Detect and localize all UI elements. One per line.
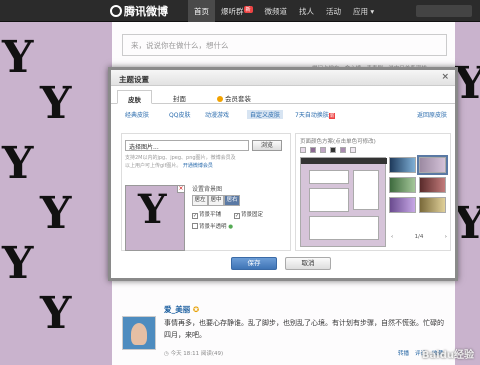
post-meta: ◷ 今天 18:11 阅读(49): [164, 351, 224, 357]
tab-vip-suite[interactable]: 会员套装: [207, 90, 261, 104]
repost-link[interactable]: 转播: [398, 349, 409, 357]
color-scheme-panel: 页面颜色方案(点击单色可修改) ‹ 1/4 ›: [295, 133, 451, 251]
skin-categories: 经典皮肤 QQ皮肤 动漫游戏 自定义皮肤 7天自动换肤新 返回原皮肤: [111, 108, 455, 120]
align-left-button[interactable]: 居左: [192, 195, 208, 206]
color-swatch[interactable]: [350, 147, 356, 153]
nav-channel[interactable]: 微频道: [259, 0, 294, 22]
theme-thumb[interactable]: [389, 177, 416, 193]
theme-thumb[interactable]: [419, 177, 446, 193]
color-swatch[interactable]: [310, 147, 316, 153]
restore-skin-link[interactable]: 返回原皮肤: [417, 110, 447, 119]
alignment-buttons: 居左 居中 居右: [192, 195, 240, 206]
post-author[interactable]: 爱_美丽 ✪: [164, 304, 199, 315]
site-logo[interactable]: 腾讯微博: [110, 3, 168, 19]
theme-thumb[interactable]: [389, 197, 416, 213]
theme-pager: ‹ 1/4 ›: [391, 234, 447, 240]
align-center-button[interactable]: 居中: [208, 195, 224, 206]
set-background-label: 设置背景图: [192, 186, 223, 193]
watermark: Baidu经验: [421, 350, 474, 361]
delete-icon[interactable]: ×: [177, 185, 185, 193]
nav-hot-listen[interactable]: 爆听群新: [215, 0, 259, 22]
post-composer-input[interactable]: 来，说说你在做什么，想什么: [122, 34, 447, 56]
logo-icon: [110, 5, 122, 17]
logo-text: 腾讯微博: [124, 5, 168, 18]
preview-image: Y: [138, 186, 167, 233]
info-icon: ●: [228, 224, 234, 230]
vip-star-icon: ✪: [192, 305, 200, 314]
main-nav: 首页 爆听群新 微频道 找人 活动 应用 ▾: [188, 0, 380, 22]
user-menu[interactable]: [416, 5, 472, 17]
nav-activity[interactable]: 活动: [320, 0, 347, 22]
composer-placeholder: 来，说说你在做什么，想什么: [131, 41, 229, 50]
checkbox-checked-icon: ✓: [234, 213, 240, 219]
nav-find-people[interactable]: 找人: [293, 0, 320, 22]
nav-home[interactable]: 首页: [188, 0, 215, 22]
category-qq[interactable]: QQ皮肤: [169, 110, 190, 119]
color-swatch[interactable]: [330, 147, 336, 153]
theme-thumb[interactable]: [419, 197, 446, 213]
category-anime[interactable]: 动漫游戏: [205, 110, 229, 119]
theme-settings-dialog: 主题设置 × 皮肤 封面 会员套装 经典皮肤 QQ皮肤 动漫游戏 自定义皮肤 7…: [108, 67, 458, 281]
translucent-checkbox[interactable]: 背景半透明 ●: [192, 222, 233, 230]
vip-open-link[interactable]: 开通微博会员: [183, 163, 213, 169]
category-auto-change[interactable]: 7天自动换肤新: [295, 110, 336, 119]
new-badge: 新: [243, 6, 253, 13]
browse-button[interactable]: 浏览: [252, 140, 282, 151]
theme-preview: [300, 157, 387, 247]
dialog-buttons: 保存 取消: [231, 257, 331, 270]
checkbox-empty-icon: [192, 223, 198, 229]
new-badge: 新: [328, 113, 336, 119]
avatar[interactable]: [122, 316, 156, 350]
color-swatch[interactable]: [300, 147, 306, 153]
save-button[interactable]: 保存: [231, 257, 277, 270]
post-item: 爱_美丽 ✪ 事情再多，也要心存静谁。乱了脚步，也别乱了心境。有计划有步骤，自然…: [122, 304, 447, 364]
post-text: 事情再多，也要心存静谁。乱了脚步，也别乱了心境。有计划有步骤，自然不慌张。忙碌的…: [164, 319, 444, 339]
category-custom[interactable]: 自定义皮肤: [247, 110, 284, 119]
category-classic[interactable]: 经典皮肤: [125, 110, 149, 119]
cancel-button[interactable]: 取消: [285, 257, 331, 270]
vip-icon: [217, 96, 223, 102]
top-navigation-bar: 腾讯微博 首页 爆听群新 微频道 找人 活动 应用 ▾: [0, 0, 480, 22]
upload-note: 支持2M以内的jpg、jpeg、png图片，微博会员及 以上用户可上传gif图片…: [125, 155, 236, 169]
fixed-checkbox[interactable]: ✓ 背景固定: [234, 210, 263, 219]
tile-checkbox[interactable]: ✓ 背景平铺: [192, 210, 221, 219]
custom-upload-panel: 选择图片... 浏览 支持2M以内的jpg、jpeg、png图片，微博会员及 以…: [121, 133, 291, 251]
dialog-title: 主题设置 ×: [111, 70, 455, 86]
clock-icon: ◷: [164, 351, 169, 357]
checkbox-checked-icon: ✓: [192, 213, 198, 219]
color-swatch[interactable]: [340, 147, 346, 153]
tab-cover[interactable]: 封面: [163, 90, 196, 104]
color-scheme-title: 页面颜色方案(点击单色可修改): [300, 139, 376, 145]
dialog-tabs: 皮肤 封面 会员套装: [111, 88, 455, 104]
prev-page-icon[interactable]: ‹: [391, 234, 393, 240]
align-right-button[interactable]: 居右: [224, 195, 240, 206]
next-page-icon[interactable]: ›: [445, 234, 447, 240]
theme-thumb-selected[interactable]: [417, 155, 448, 175]
file-input[interactable]: 选择图片...: [125, 140, 249, 151]
color-swatch[interactable]: [320, 147, 326, 153]
background-preview: Y ×: [125, 185, 185, 251]
nav-apps[interactable]: 应用 ▾: [347, 0, 380, 22]
tab-skin[interactable]: 皮肤: [117, 90, 152, 104]
theme-thumb[interactable]: [389, 157, 416, 173]
close-icon[interactable]: ×: [441, 72, 449, 82]
